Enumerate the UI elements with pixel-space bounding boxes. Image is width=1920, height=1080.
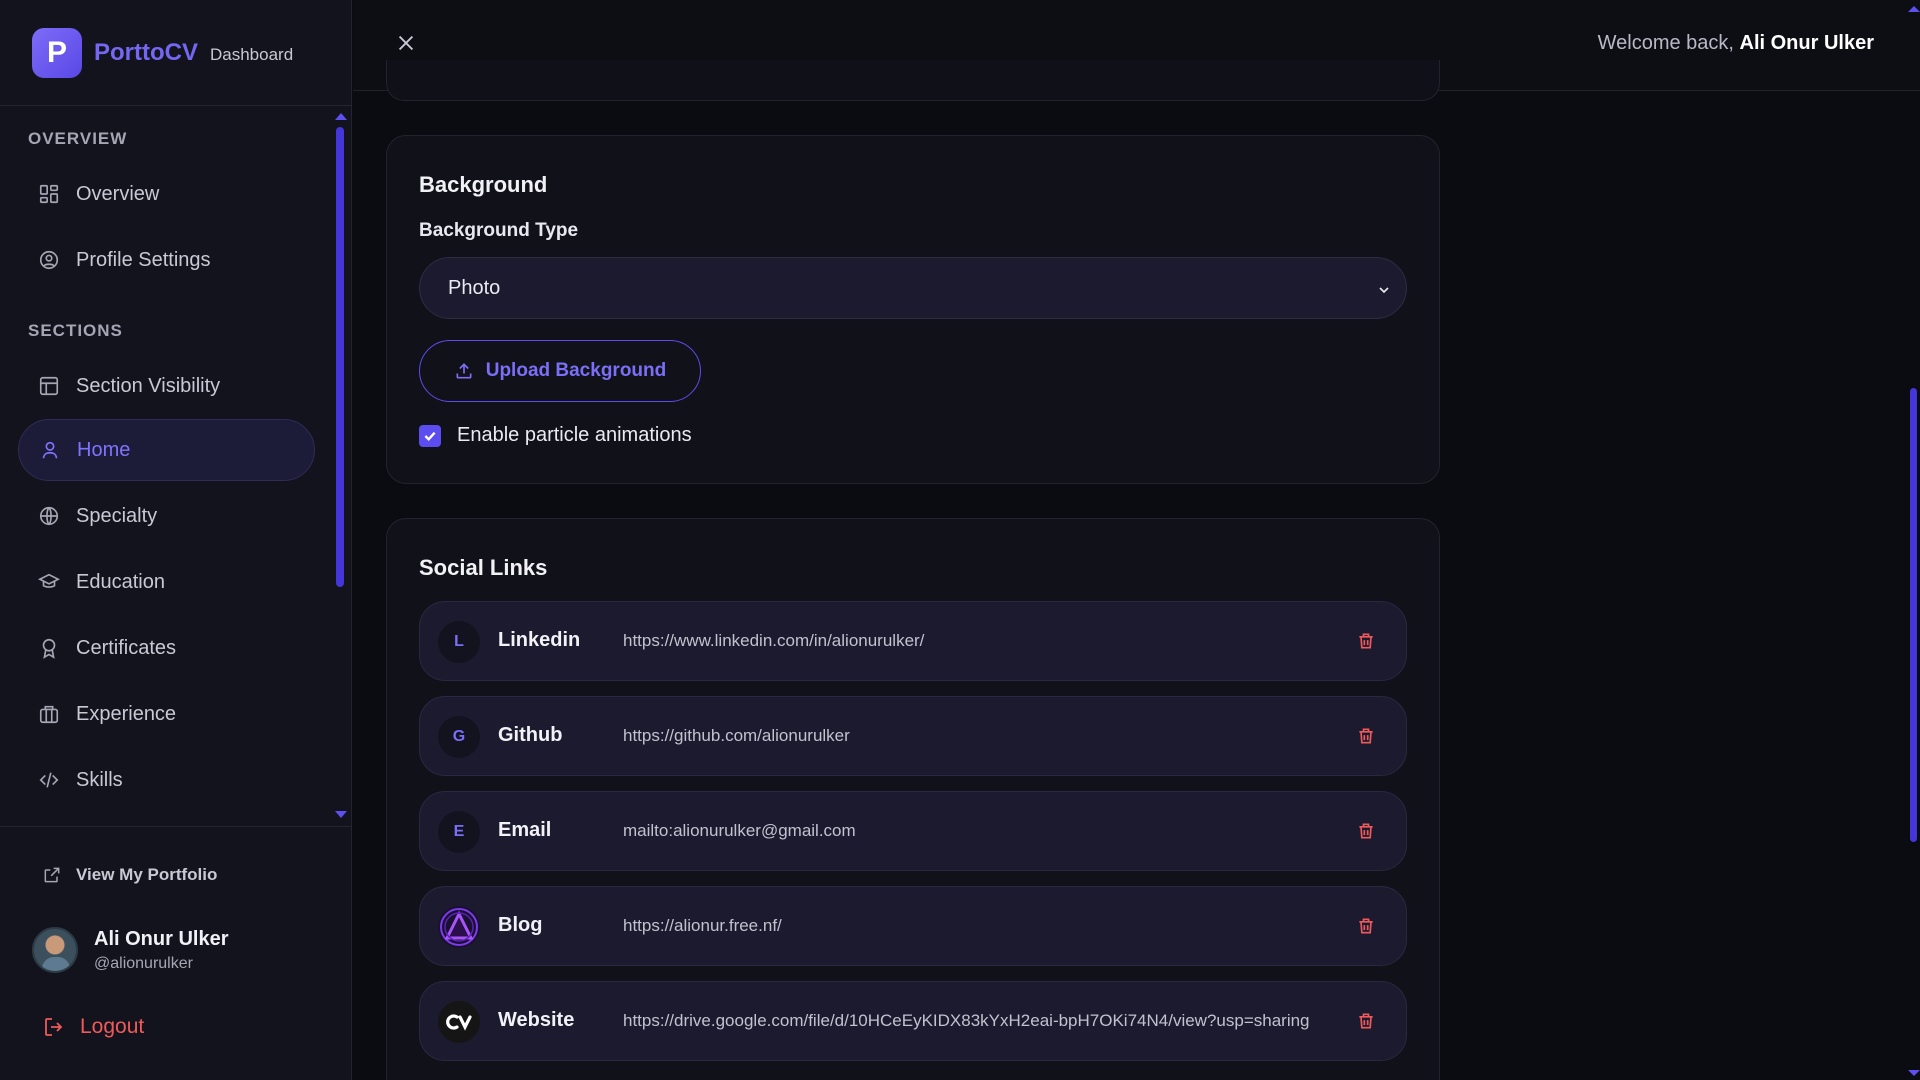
logout-icon xyxy=(45,1018,63,1036)
sidebar-item-label: Home xyxy=(77,438,131,461)
view-portfolio-label: View My Portfolio xyxy=(76,865,218,884)
avatar xyxy=(32,927,78,973)
social-link-name: Email xyxy=(498,819,552,841)
graduation-cap-icon xyxy=(38,573,60,588)
welcome-user-name: Ali Onur Ulker xyxy=(1739,32,1874,54)
social-link-url: https://www.linkedin.com/in/alionurulker… xyxy=(623,631,925,650)
nav-group-overview: OVERVIEW xyxy=(28,129,128,148)
sidebar-item-specialty[interactable]: Specialty xyxy=(18,485,315,547)
sidebar-item-section-visibility[interactable]: Section Visibility xyxy=(18,355,315,417)
user-name: Ali Onur Ulker xyxy=(94,927,229,950)
logout-label: Logout xyxy=(80,1015,145,1038)
social-link-row[interactable]: E Email mailto:alionurulker@gmail.com xyxy=(419,791,1407,871)
social-link-url: mailto:alionurulker@gmail.com xyxy=(623,821,856,840)
sidebar-item-label: Overview xyxy=(76,182,160,205)
social-link-row[interactable]: Website https://drive.google.com/file/d/… xyxy=(419,981,1407,1061)
close-icon[interactable] xyxy=(395,32,417,54)
background-title: Background xyxy=(419,172,548,197)
sidebar-item-label: Section Visibility xyxy=(76,374,221,397)
cv-logo-icon xyxy=(438,1001,480,1043)
user-handle: @alionurulker xyxy=(94,954,193,972)
upload-icon xyxy=(456,363,472,379)
particle-animations-option: Enable particle animations xyxy=(419,424,692,447)
user-circle-icon xyxy=(39,250,59,270)
linkedin-initial-icon: L xyxy=(438,621,480,663)
brand-logo: P xyxy=(32,27,82,78)
social-link-row[interactable]: Blog https://alionur.free.nf/ xyxy=(419,886,1407,966)
background-card: Background Background Type Photo Upload … xyxy=(386,135,1440,484)
sidebar-item-home[interactable]: Home xyxy=(18,419,315,481)
social-link-url: https://alionur.free.nf/ xyxy=(623,916,782,935)
social-link-row[interactable]: L Linkedin https://www.linkedin.com/in/a… xyxy=(419,601,1407,681)
social-links-card: Social Links L Linkedin https://www.link… xyxy=(386,518,1440,1080)
scroll-up-arrow[interactable] xyxy=(335,113,347,120)
sidebar-item-skills[interactable]: Skills xyxy=(18,749,315,811)
previous-card xyxy=(386,60,1440,101)
logout-button[interactable]: Logout xyxy=(42,1015,144,1039)
social-link-url: https://drive.google.com/file/d/10HCeEyK… xyxy=(623,1011,1310,1030)
sidebar-item-label: Skills xyxy=(76,768,123,791)
social-link-url: https://github.com/alionurulker xyxy=(623,726,850,745)
sidebar-item-profile-settings[interactable]: Profile Settings xyxy=(18,229,315,291)
background-type-label: Background Type xyxy=(419,220,579,241)
trash-icon[interactable] xyxy=(1356,820,1376,842)
blog-logo-icon xyxy=(438,906,480,948)
upload-background-label: Upload Background xyxy=(485,360,667,381)
background-type-select[interactable]: Photo xyxy=(419,257,1407,319)
sidebar-item-label: Experience xyxy=(76,702,177,725)
social-link-row[interactable]: G Github https://github.com/alionurulker xyxy=(419,696,1407,776)
sidebar-nav: OVERVIEW Overview Profile Settings SECTI… xyxy=(0,107,352,825)
code-icon xyxy=(39,772,59,788)
award-icon xyxy=(42,638,56,659)
particle-animations-checkbox[interactable] xyxy=(419,424,441,447)
sidebar-item-label: Profile Settings xyxy=(76,248,211,271)
nav-group-sections: SECTIONS xyxy=(28,321,123,340)
check-icon xyxy=(424,431,436,441)
brand[interactable]: P PorttoCV Dashboard xyxy=(0,0,351,106)
page-scroll-down-arrow[interactable] xyxy=(1908,1070,1920,1076)
layout-icon xyxy=(39,376,59,396)
brand-name: PorttoCV xyxy=(94,38,198,66)
sidebar: P PorttoCV Dashboard OVERVIEW Overview P… xyxy=(0,0,352,1080)
trash-icon[interactable] xyxy=(1356,915,1376,937)
page-scrollbar-thumb[interactable] xyxy=(1910,388,1917,842)
particle-animations-label: Enable particle animations xyxy=(457,424,692,446)
globe-icon xyxy=(39,506,59,526)
upload-background-button[interactable]: Upload Background xyxy=(419,340,701,402)
scroll-down-arrow[interactable] xyxy=(335,811,347,818)
sidebar-item-education[interactable]: Education xyxy=(18,551,315,613)
chevron-down-icon xyxy=(1379,287,1389,294)
sidebar-item-experience[interactable]: Experience xyxy=(18,683,315,745)
github-initial-icon: G xyxy=(438,716,480,758)
grid-icon xyxy=(39,184,59,204)
briefcase-icon xyxy=(39,705,59,724)
sidebar-item-label: Certificates xyxy=(76,636,177,659)
email-initial-icon: E xyxy=(438,811,480,853)
sidebar-item-certificates[interactable]: Certificates xyxy=(18,617,315,679)
welcome-message: Welcome back, Ali Onur Ulker xyxy=(1598,32,1874,55)
social-link-name: Linkedin xyxy=(498,629,581,651)
social-link-name: Website xyxy=(498,1009,575,1031)
page-scroll-up-arrow[interactable] xyxy=(1908,6,1920,12)
user-profile[interactable]: Ali Onur Ulker @alionurulker xyxy=(32,927,228,973)
view-portfolio-link[interactable]: View My Portfolio xyxy=(42,865,217,885)
user-icon xyxy=(42,441,58,459)
sidebar-item-overview[interactable]: Overview xyxy=(18,163,315,225)
trash-icon[interactable] xyxy=(1356,630,1376,652)
social-links-title: Social Links xyxy=(419,555,548,580)
social-link-name: Github xyxy=(498,724,563,746)
background-type-value: Photo xyxy=(448,276,501,299)
sidebar-scrollbar-thumb[interactable] xyxy=(336,127,344,587)
brand-subtitle: Dashboard xyxy=(210,44,294,64)
social-link-name: Blog xyxy=(498,914,543,936)
trash-icon[interactable] xyxy=(1356,1010,1376,1032)
sidebar-item-label: Education xyxy=(76,570,165,593)
external-link-icon xyxy=(44,867,60,883)
sidebar-footer: View My Portfolio Ali Onur Ulker @alionu… xyxy=(0,826,352,1080)
welcome-prefix: Welcome back, xyxy=(1597,32,1740,54)
trash-icon[interactable] xyxy=(1356,725,1376,747)
sidebar-item-label: Specialty xyxy=(76,504,158,527)
